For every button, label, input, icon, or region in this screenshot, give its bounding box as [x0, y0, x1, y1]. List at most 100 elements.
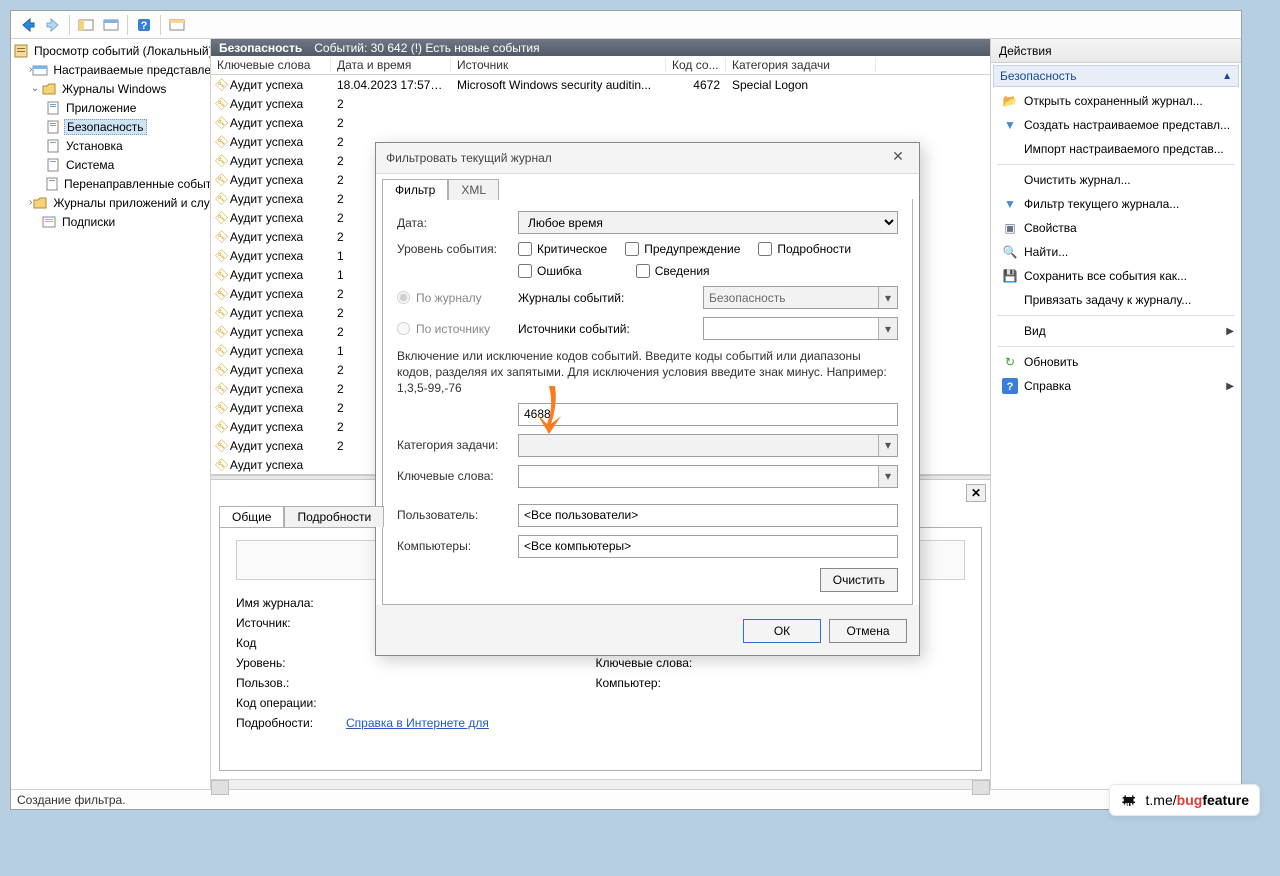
tree-system[interactable]: Система — [11, 155, 210, 174]
col-datetime[interactable]: Дата и время — [331, 58, 451, 72]
col-eventid[interactable]: Код со... — [666, 58, 726, 72]
detail-tab-details[interactable]: Подробности — [284, 506, 384, 527]
watermark-badge: t.me/bugfeature — [1109, 784, 1260, 816]
forward-button[interactable] — [42, 14, 64, 36]
col-keywords[interactable]: Ключевые слова — [211, 58, 331, 72]
cancel-button[interactable]: Отмена — [829, 619, 907, 643]
dialog-title: Фильтровать текущий журнал — [376, 143, 919, 173]
chk-error[interactable]: Ошибка — [518, 264, 582, 278]
action-item[interactable]: ?Справка▶ — [991, 374, 1241, 398]
detail-tab-general[interactable]: Общие — [219, 506, 284, 527]
tree-custom-views[interactable]: › Настраиваемые представления — [11, 60, 210, 79]
action-icon: ↻ — [1002, 354, 1018, 370]
action-item[interactable]: Привязать задачу к журналу... — [991, 288, 1241, 312]
action-item[interactable]: 📂Открыть сохраненный журнал... — [991, 89, 1241, 113]
action-icon: 💾 — [1002, 268, 1018, 284]
moreinfo-link[interactable]: Справка в Интернете для — [346, 716, 489, 730]
lbl-computer: Компьютер: — [596, 676, 716, 690]
action-icon — [1002, 292, 1018, 308]
chk-verbose[interactable]: Подробности — [758, 242, 851, 256]
grid-header[interactable]: Ключевые слова Дата и время Источник Код… — [211, 56, 990, 75]
layout-button[interactable] — [100, 14, 122, 36]
tree-apps-services[interactable]: › Журналы приложений и служб — [11, 193, 210, 212]
ok-button[interactable]: ОК — [743, 619, 821, 643]
action-item[interactable]: Вид▶ — [991, 319, 1241, 343]
lbl-dlg-user: Пользователь: — [397, 508, 512, 522]
action-item[interactable]: ▼Фильтр текущего журнала... — [991, 192, 1241, 216]
lbl-keywords: Ключевые слова: — [596, 656, 716, 670]
action-item[interactable]: 💾Сохранить все события как... — [991, 264, 1241, 288]
tree-setup[interactable]: Установка — [11, 136, 210, 155]
action-icon: ? — [1002, 378, 1018, 394]
action-icon: ▼ — [1002, 117, 1018, 133]
task-category-combo[interactable] — [518, 434, 898, 457]
lbl-dlg-keywords: Ключевые слова: — [397, 469, 512, 483]
lbl-moreinfo: Подробности: — [236, 716, 336, 730]
lbl-level: Уровень: — [236, 656, 336, 670]
lbl-event-level: Уровень события: — [397, 242, 512, 256]
action-item[interactable]: 🔍Найти... — [991, 240, 1241, 264]
tree-security[interactable]: Безопасность — [11, 117, 210, 136]
clear-button[interactable]: Очистить — [820, 568, 898, 592]
action-icon — [1002, 323, 1018, 339]
lbl-source: Источник: — [236, 616, 336, 630]
tree-root[interactable]: Просмотр событий (Локальный) — [11, 41, 210, 60]
navigation-tree[interactable]: Просмотр событий (Локальный) › Настраива… — [11, 39, 211, 789]
col-category[interactable]: Категория задачи — [726, 58, 876, 72]
lbl-code: Код — [236, 636, 336, 650]
event-viewer-window: ? Просмотр событий (Локальный) › Настраи… — [10, 10, 1242, 810]
action-icon — [1002, 141, 1018, 157]
action-item[interactable]: Импорт настраиваемого представ... — [991, 137, 1241, 161]
logged-select[interactable]: Любое время — [518, 211, 898, 234]
list-title: Безопасность — [219, 41, 302, 55]
keywords-combo[interactable] — [518, 465, 898, 488]
dialog-tab-xml[interactable]: XML — [448, 179, 499, 200]
tree-application[interactable]: Приложение — [11, 98, 210, 117]
tree-forwarded[interactable]: Перенаправленные события — [11, 174, 210, 193]
user-input[interactable] — [518, 504, 898, 527]
table-row[interactable]: ⚿Аудит успеха18.04.2023 17:57:52Microsof… — [211, 75, 990, 94]
toolbar: ? — [11, 11, 1241, 39]
action-icon: ▼ — [1002, 196, 1018, 212]
action-item[interactable]: ↻Обновить — [991, 350, 1241, 374]
chk-information[interactable]: Сведения — [636, 264, 710, 278]
tree-subscriptions[interactable]: › Подписки — [11, 212, 210, 231]
table-row[interactable]: ⚿Аудит успеха2 — [211, 94, 990, 113]
svg-text:?: ? — [1007, 381, 1014, 393]
lbl-event-sources: Источники событий: — [518, 322, 630, 336]
actions-header: Действия — [991, 39, 1241, 63]
eventid-input[interactable] — [518, 403, 898, 426]
show-tree-button[interactable] — [75, 14, 97, 36]
action-icon: 🔍 — [1002, 244, 1018, 260]
eventid-help: Включение или исключение кодов событий. … — [397, 348, 898, 397]
lbl-opcode: Код операции: — [236, 696, 336, 710]
lbl-task-category: Категория задачи: — [397, 438, 512, 452]
lbl-log-name: Имя журнала: — [236, 596, 336, 610]
radio-by-log — [397, 291, 410, 304]
radio-by-source — [397, 322, 410, 335]
action-item[interactable]: ▼Создать настраиваемое представл... — [991, 113, 1241, 137]
lbl-event-logs: Журналы событий: — [518, 291, 624, 305]
back-button[interactable] — [17, 14, 39, 36]
actions-section-header[interactable]: Безопасность▲ — [993, 65, 1239, 87]
filter-dialog: Фильтровать текущий журнал ✕ Фильтр XML … — [375, 142, 920, 656]
chk-warning[interactable]: Предупреждение — [625, 242, 740, 256]
detail-close-button[interactable]: ✕ — [966, 484, 986, 502]
chk-critical[interactable]: Критическое — [518, 242, 607, 256]
computers-input[interactable] — [518, 535, 898, 558]
layout2-button[interactable] — [166, 14, 188, 36]
dialog-tab-filter[interactable]: Фильтр — [382, 179, 448, 200]
dialog-close-button[interactable]: ✕ — [883, 148, 913, 170]
action-item[interactable]: Очистить журнал... — [991, 168, 1241, 192]
col-source[interactable]: Источник — [451, 58, 666, 72]
horizontal-scrollbar[interactable] — [211, 779, 990, 789]
table-row[interactable]: ⚿Аудит успеха2 — [211, 113, 990, 132]
tree-windows-logs[interactable]: ⌄ Журналы Windows — [11, 79, 210, 98]
event-sources-combo[interactable] — [703, 317, 898, 340]
lbl-logged: Дата: — [397, 216, 512, 230]
action-icon: ▣ — [1002, 220, 1018, 236]
event-logs-combo: Безопасность — [703, 286, 898, 309]
action-item[interactable]: ▣Свойства — [991, 216, 1241, 240]
help-button[interactable]: ? — [133, 14, 155, 36]
lbl-user: Пользов.: — [236, 676, 336, 690]
